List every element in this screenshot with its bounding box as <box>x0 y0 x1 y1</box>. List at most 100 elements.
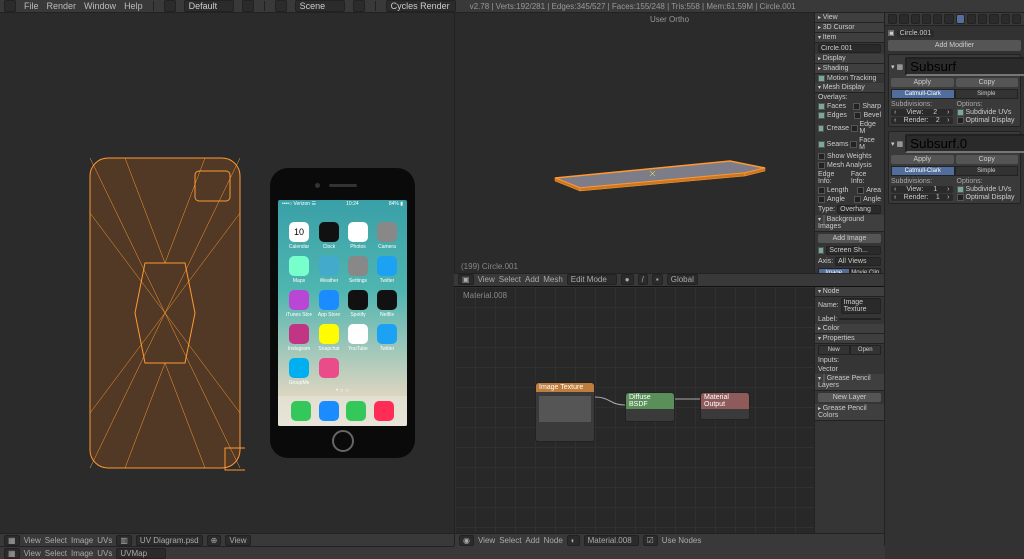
section-item[interactable]: Item <box>815 33 884 43</box>
node-name-field[interactable]: Image Texture <box>841 298 881 314</box>
uv-menu-image[interactable]: Image <box>71 536 93 545</box>
tree-type-icon[interactable]: ◐ <box>567 535 580 546</box>
collapse-icon[interactable]: ▾ <box>891 63 895 71</box>
use-nodes-checkbox[interactable]: ☑ <box>643 535 658 546</box>
catmull-tab[interactable]: Catmull-Clark <box>891 89 955 99</box>
view-field[interactable]: ‹ View:1 › <box>891 186 953 193</box>
add-scene-icon[interactable] <box>353 0 365 12</box>
add-image-button[interactable]: Add Image <box>818 234 881 243</box>
editor-type-icon[interactable]: ▣ <box>458 274 474 285</box>
tab-material-icon[interactable] <box>978 14 987 24</box>
image-browse-icon[interactable]: ▥ <box>116 535 132 546</box>
overlay-checkbox[interactable] <box>818 103 825 110</box>
new-button[interactable]: New <box>818 345 850 355</box>
apply-button[interactable]: Apply <box>891 155 954 164</box>
movie-toggle[interactable]: Movie Clip <box>850 268 882 273</box>
modifier-name-field[interactable] <box>905 134 1024 153</box>
optimal-display-checkbox[interactable] <box>957 117 964 124</box>
simple-tab[interactable]: Simple <box>955 166 1019 176</box>
menu-uvs[interactable]: UVs <box>97 549 112 558</box>
overlay-checkbox[interactable] <box>853 103 860 110</box>
overhang-dropdown[interactable]: Overhang <box>837 205 881 214</box>
tab-particles-icon[interactable] <box>1001 14 1010 24</box>
orientation-dropdown[interactable]: Global <box>667 274 698 285</box>
overlay-checkbox[interactable] <box>818 125 824 132</box>
menu-view[interactable]: View <box>478 536 495 545</box>
mode-dropdown[interactable]: View <box>225 535 250 546</box>
tab-modifiers-icon[interactable] <box>956 14 965 24</box>
section-mesh-display[interactable]: Mesh Display <box>815 83 884 93</box>
bg-name-field[interactable]: Screen Sh... <box>826 246 881 255</box>
node-bsdf[interactable]: Diffuse BSDF <box>625 392 675 422</box>
copy-button[interactable]: Copy <box>956 155 1019 164</box>
view-field[interactable]: ‹ View:2 › <box>891 109 953 116</box>
image-toggle[interactable]: Image <box>818 268 850 273</box>
image-name-field[interactable]: UVMap <box>116 548 166 559</box>
uv-image-editor[interactable]: ••••○ Verizon ☰ 10:24 84% ▮ 10CalendarCl… <box>0 13 454 533</box>
section-shading[interactable]: Shading <box>815 64 884 74</box>
uv-menu-uvs[interactable]: UVs <box>97 536 112 545</box>
tab-object-icon[interactable] <box>933 14 942 24</box>
menu-select[interactable]: Select <box>499 275 521 284</box>
pin-icon[interactable]: ⊕ <box>207 535 222 546</box>
crumb-object[interactable]: Circle.001 <box>897 30 935 37</box>
optimal-display-checkbox[interactable] <box>957 194 964 201</box>
area-cb[interactable] <box>857 187 864 194</box>
open-button[interactable]: Open <box>850 345 882 355</box>
node-image-texture[interactable]: Image Texture <box>535 382 595 442</box>
section-color[interactable]: Color <box>815 324 884 334</box>
tab-scene-icon[interactable] <box>911 14 920 24</box>
collapse-icon[interactable]: ▾ <box>891 140 895 148</box>
tab-texture-icon[interactable] <box>989 14 998 24</box>
scene-dropdown[interactable]: Scene <box>295 0 345 12</box>
copy-button[interactable]: Copy <box>956 78 1019 87</box>
section-3d-cursor[interactable]: 3D Cursor <box>815 23 884 33</box>
new-layer-button[interactable]: New Layer <box>818 393 881 402</box>
tab-data-icon[interactable] <box>967 14 976 24</box>
editor-type-icon[interactable]: ◉ <box>459 535 474 546</box>
menu-add[interactable]: Add <box>525 275 539 284</box>
info-editor-icon[interactable] <box>4 0 16 12</box>
node-editor[interactable]: Material.008 Image Texture Diffuse BSDF … <box>455 287 884 534</box>
menu-help[interactable]: Help <box>124 1 143 11</box>
menu-window[interactable]: Window <box>84 1 116 11</box>
section-background-images[interactable]: Background Images <box>815 215 884 232</box>
image-name-field[interactable]: UV Diagram.psd <box>136 535 203 546</box>
select-mode-face-icon[interactable]: ▪ <box>652 274 663 285</box>
subdivide-uvs-checkbox[interactable] <box>957 186 964 193</box>
angle2-cb[interactable] <box>854 196 861 203</box>
editor-type-icon[interactable]: ▦ <box>4 535 20 546</box>
3d-viewport[interactable]: User Ortho (199) Circle.001 View 3D Curs… <box>454 13 884 273</box>
mesh-analysis-checkbox[interactable] <box>818 162 825 169</box>
section-view[interactable]: View <box>815 13 884 23</box>
node-material-output[interactable]: Material Output <box>700 392 750 420</box>
section-gp-colors[interactable]: Grease Pencil Colors <box>815 404 884 421</box>
tab-physics-icon[interactable] <box>1012 14 1021 24</box>
uv-menu-view[interactable]: View <box>24 536 41 545</box>
menu-add[interactable]: Add <box>525 536 539 545</box>
select-mode-edge-icon[interactable]: / <box>638 274 648 285</box>
bg-enable-cb[interactable] <box>818 247 824 254</box>
render-engine-dropdown[interactable]: Cycles Render <box>386 0 456 12</box>
render-field[interactable]: ‹ Render:1 › <box>891 194 953 201</box>
material-field[interactable]: Material.008 <box>584 535 639 546</box>
length-cb[interactable] <box>818 187 825 194</box>
catmull-tab[interactable]: Catmull-Clark <box>891 166 955 176</box>
menu-view[interactable]: View <box>24 549 41 558</box>
section-display[interactable]: Display <box>815 54 884 64</box>
select-mode-vertex-icon[interactable]: ● <box>621 274 634 285</box>
subdivide-uvs-checkbox[interactable] <box>957 109 964 116</box>
menu-node[interactable]: Node <box>544 536 563 545</box>
modifier-name-field[interactable] <box>905 57 1024 76</box>
axis-dropdown[interactable]: All Views <box>835 257 881 266</box>
tab-constraints-icon[interactable] <box>944 14 953 24</box>
add-modifier-dropdown[interactable]: Add Modifier <box>888 40 1021 51</box>
mode-dropdown[interactable]: Edit Mode <box>567 274 617 285</box>
section-gp-layers[interactable]: Grease Pencil Layers <box>815 374 884 391</box>
motion-tracking-checkbox[interactable] <box>818 75 825 82</box>
menu-mesh[interactable]: Mesh <box>543 275 563 284</box>
overlay-checkbox[interactable] <box>850 141 857 148</box>
back-icon[interactable] <box>164 0 176 12</box>
tab-world-icon[interactable] <box>922 14 931 24</box>
overlay-checkbox[interactable] <box>818 112 825 119</box>
